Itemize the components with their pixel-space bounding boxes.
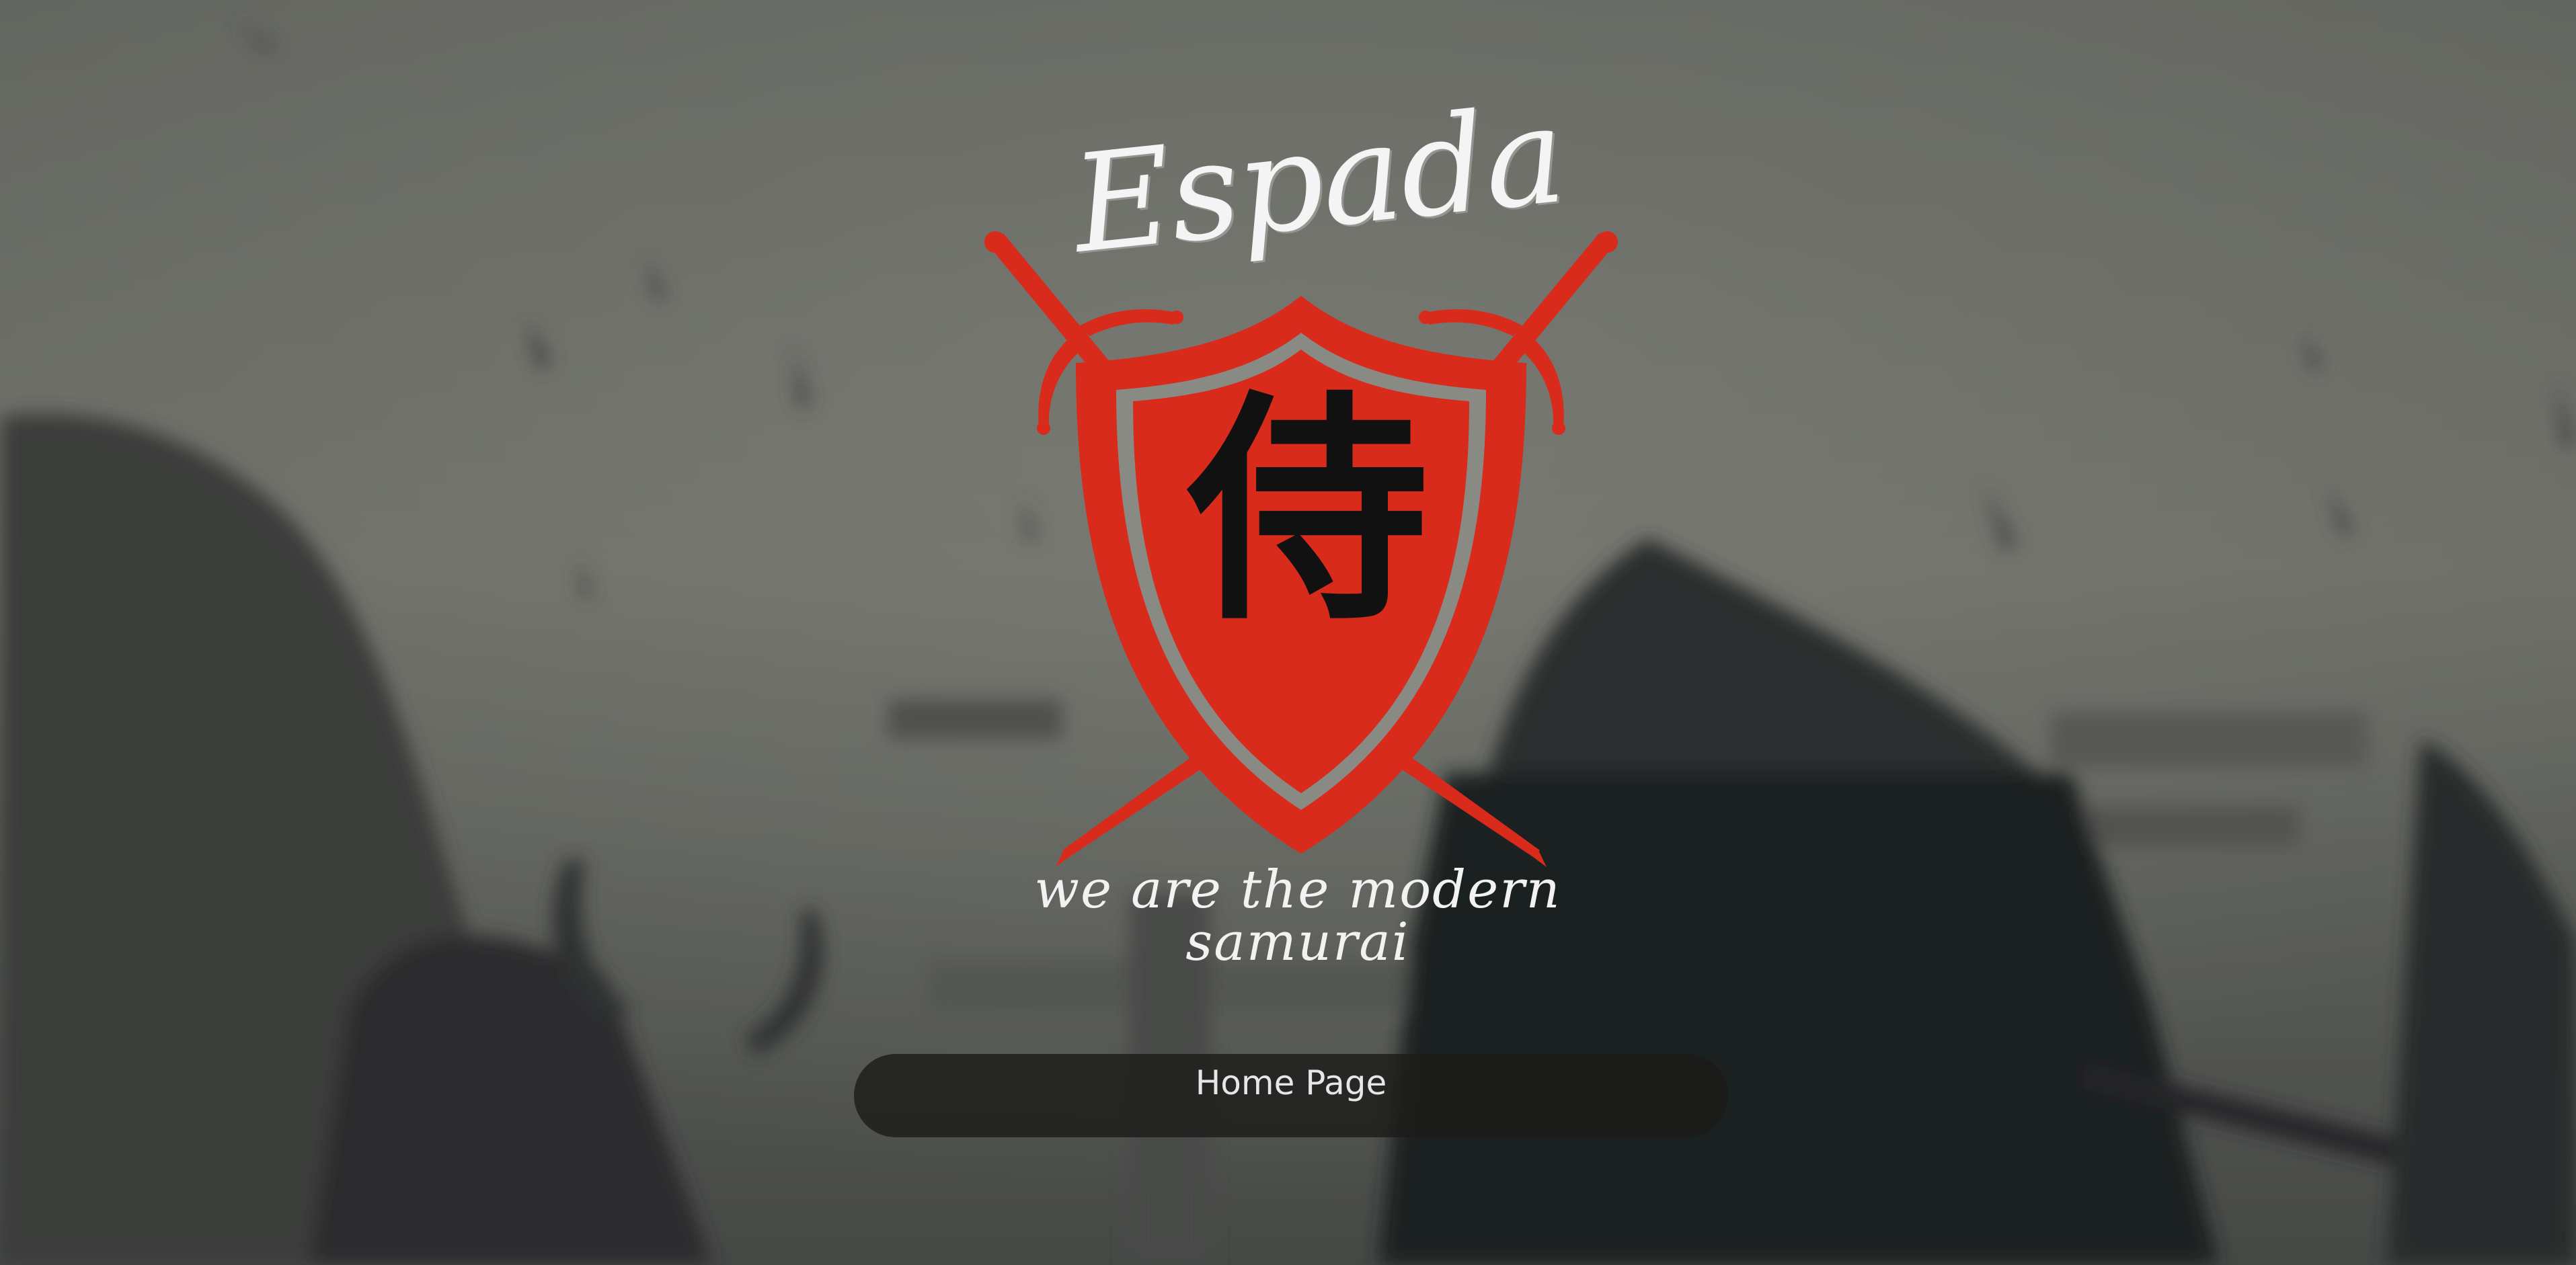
home-page-button[interactable]: Home Page [854,1054,1728,1137]
emblem-kanji: 侍 [1187,368,1429,653]
landing-page: 侍 Espada we are the modern samurai Home … [0,0,2576,1265]
brand-tagline: we are the modern samurai [1034,860,1561,973]
